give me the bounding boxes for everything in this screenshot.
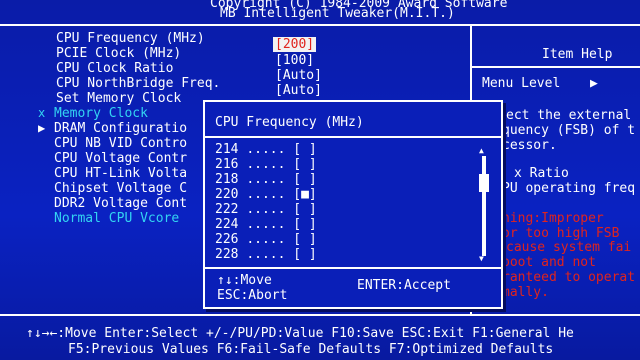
popup-abort-hint: ESC:Abort: [217, 288, 288, 303]
option-dots: .....: [246, 202, 286, 217]
option-checkbox: [ ]: [293, 232, 317, 247]
option-value: 224: [215, 217, 239, 232]
memory-clock-disabled-marker: x: [38, 106, 46, 120]
help-warning-line-5: ranteed to operat: [502, 270, 636, 285]
setting-memory-clock-label[interactable]: Memory Clock: [54, 106, 148, 121]
option-checkbox-checked: [■]: [293, 187, 317, 202]
bottom-divider: [0, 314, 640, 316]
setting-cpu-clock-ratio-value[interactable]: [Auto]: [275, 68, 322, 83]
option-dots: .....: [246, 157, 286, 172]
setting-pcie-clock-label[interactable]: PCIE Clock (MHz): [56, 46, 181, 61]
menu-level-arrow-icon: ▶: [590, 76, 598, 91]
option-dots: .....: [246, 187, 286, 202]
help-line-5: PU operating freq: [502, 181, 636, 196]
help-warning-line-6: mally.: [502, 285, 549, 300]
setting-cpu-voltage-control-label[interactable]: CPU Voltage Contr: [54, 151, 187, 166]
setting-cpu-northbridge-freq-value[interactable]: [Auto]: [275, 83, 322, 98]
item-help-title: Item Help: [542, 47, 613, 62]
help-warning-line-3: cause system fai: [506, 240, 632, 255]
menu-level-label: Menu Level: [482, 76, 561, 91]
option-dots: .....: [246, 172, 286, 187]
scrollbar-track[interactable]: [482, 156, 486, 256]
option-dots: .....: [246, 247, 286, 262]
popup-option[interactable]: 216 ..... [ ]: [215, 157, 317, 172]
popup-scrollbar[interactable]: ▲ ▼: [479, 146, 489, 266]
option-dots: .....: [246, 217, 286, 232]
option-dots: .....: [246, 142, 286, 157]
help-line-4: x Ratio: [514, 166, 569, 181]
cpu-frequency-popup[interactable]: CPU Frequency (MHz) 214 ..... [ ] 216 ..…: [203, 100, 503, 309]
popup-option[interactable]: 214 ..... [ ]: [215, 142, 317, 157]
option-value: 228: [215, 247, 239, 262]
option-value: 222: [215, 202, 239, 217]
setting-dram-configuration-label[interactable]: DRAM Configuratio: [54, 121, 187, 136]
submenu-arrow-icon: ▶: [38, 121, 46, 135]
option-checkbox: [ ]: [293, 247, 317, 262]
option-value: 214: [215, 142, 239, 157]
help-warning-line-2: or too high FSB: [502, 226, 620, 241]
popup-option[interactable]: 224 ..... [ ]: [215, 217, 317, 232]
popup-title: CPU Frequency (MHz): [215, 115, 364, 130]
setting-chipset-voltage-label[interactable]: Chipset Voltage C: [54, 181, 187, 196]
setting-cpu-frequency-label[interactable]: CPU Frequency (MHz): [56, 31, 205, 46]
setting-cpu-northbridge-freq-label[interactable]: CPU NorthBridge Freq.: [56, 76, 220, 91]
option-value: 220: [215, 187, 239, 202]
scroll-down-icon[interactable]: ▼: [479, 254, 484, 263]
option-value: 226: [215, 232, 239, 247]
setting-normal-cpu-vcore-label: Normal CPU Vcore: [54, 211, 180, 226]
help-warning-line-4: boot and not: [502, 255, 596, 270]
popup-title-divider: [205, 136, 501, 138]
setting-set-memory-clock-label[interactable]: Set Memory Clock: [56, 91, 181, 106]
popup-accept-hint: ENTER:Accept: [357, 278, 451, 293]
help-warning-line-1: ning:Improper: [502, 211, 604, 226]
help-line-2: quency (FSB) of t: [502, 123, 636, 138]
option-checkbox: [ ]: [293, 172, 317, 187]
bios-screen: Copyright (C) 1984-2009 Award Software M…: [0, 0, 640, 360]
setting-cpu-frequency-value[interactable]: [200]: [273, 37, 317, 52]
option-dots: .....: [246, 232, 286, 247]
setting-cpu-clock-ratio-label[interactable]: CPU Clock Ratio: [56, 61, 173, 76]
scrollbar-thumb[interactable]: [479, 174, 489, 192]
option-checkbox: [ ]: [293, 202, 317, 217]
page-title: MB Intelligent Tweaker(M.I.T.): [220, 6, 455, 21]
footer-keys-line-2: F5:Previous Values F6:Fail-Safe Defaults…: [68, 342, 554, 357]
footer-keys-line-1: ↑↓→←:Move Enter:Select +/-/PU/PD:Value F…: [26, 326, 574, 341]
popup-option[interactable]: 226 ..... [ ]: [215, 232, 317, 247]
setting-cpu-ht-link-voltage-label[interactable]: CPU HT-Link Volta: [54, 166, 187, 181]
help-line-1: ect the external: [506, 108, 632, 123]
setting-pcie-clock-value[interactable]: [100]: [275, 53, 314, 68]
setting-ddr2-voltage-label[interactable]: DDR2 Voltage Cont: [54, 196, 187, 211]
option-value: 218: [215, 172, 239, 187]
help-line-3: cessor.: [502, 138, 557, 153]
setting-cpu-nb-vid-control-label[interactable]: CPU NB VID Contro: [54, 136, 187, 151]
scroll-up-icon[interactable]: ▲: [479, 146, 484, 155]
popup-footer-divider: [205, 267, 501, 269]
popup-option-selected[interactable]: 220 ..... [■]: [215, 187, 317, 202]
popup-option[interactable]: 222 ..... [ ]: [215, 202, 317, 217]
top-divider: [0, 24, 640, 26]
popup-option[interactable]: 218 ..... [ ]: [215, 172, 317, 187]
option-checkbox: [ ]: [293, 142, 317, 157]
popup-move-hint: ↑↓:Move: [217, 273, 272, 288]
option-checkbox: [ ]: [293, 217, 317, 232]
option-checkbox: [ ]: [293, 157, 317, 172]
option-value: 216: [215, 157, 239, 172]
help-title-divider: [470, 66, 640, 68]
popup-option[interactable]: 228 ..... [ ]: [215, 247, 317, 262]
